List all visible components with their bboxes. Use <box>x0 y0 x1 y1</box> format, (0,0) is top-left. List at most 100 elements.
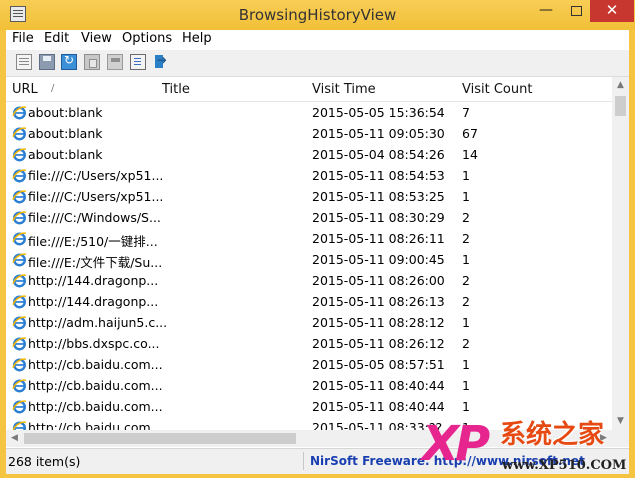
table-row[interactable]: file:///E:/510/一键排... 2015-05-11 08:26:11… <box>6 228 612 249</box>
select-all-icon[interactable] <box>107 54 123 70</box>
cell-visit-time: 2015-05-11 08:54:53 <box>312 168 445 183</box>
horizontal-scroll-thumb[interactable] <box>24 433 296 444</box>
watermark-name: 系统之家 <box>500 420 605 450</box>
table-row[interactable]: about:blank 2015-05-11 09:05:30 67 <box>6 123 612 144</box>
cell-visit-count: 2 <box>462 273 470 288</box>
watermark-url: www.XP510.COM <box>502 458 627 473</box>
item-count: 268 item(s) <box>8 454 81 469</box>
client-area: File Edit View Options Help URL / Title … <box>6 30 629 474</box>
vertical-scrollbar[interactable]: ▲ ▼ <box>612 77 629 430</box>
status-separator <box>303 452 304 470</box>
table-row[interactable]: file:///E:/文件下载/Su... 2015-05-11 09:00:45… <box>6 249 612 270</box>
cell-url: about:blank <box>28 126 103 141</box>
column-visit-time[interactable]: Visit Time <box>312 82 376 97</box>
cell-url: file:///C:/Users/xp51... <box>28 168 164 183</box>
cell-visit-count: 1 <box>462 378 470 393</box>
title-bar[interactable]: BrowsingHistoryView — ✕ <box>0 0 635 30</box>
table-row[interactable]: http://144.dragonp... 2015-05-11 08:26:13… <box>6 291 612 312</box>
cell-url: http://bbs.dxspc.co... <box>28 336 160 351</box>
cell-visit-time: 2015-05-04 08:54:26 <box>312 147 445 162</box>
ie-page-icon <box>12 357 27 372</box>
cell-url: file:///E:/文件下载/Su... <box>28 255 163 270</box>
cell-visit-time: 2015-05-11 09:05:30 <box>312 126 445 141</box>
cell-visit-count: 14 <box>462 147 478 162</box>
cell-visit-time: 2015-05-05 15:36:54 <box>312 105 445 120</box>
cell-visit-count: 67 <box>462 126 478 141</box>
table-row[interactable]: file:///C:/Users/xp51... 2015-05-11 08:53… <box>6 186 612 207</box>
minimize-button[interactable]: — <box>532 0 560 22</box>
table-row[interactable]: http://cb.baidu.com... 2015-05-05 08:57:5… <box>6 354 612 375</box>
cell-url: http://cb.baidu.com... <box>28 357 163 372</box>
exit-icon[interactable] <box>153 53 169 70</box>
table-row[interactable]: file:///C:/Users/xp51... 2015-05-11 08:54… <box>6 165 612 186</box>
cell-url: file:///C:/Windows/S... <box>28 210 161 225</box>
menu-edit[interactable]: Edit <box>44 31 69 46</box>
refresh-icon[interactable] <box>61 53 77 70</box>
column-title[interactable]: Title <box>162 82 190 97</box>
scroll-left-icon[interactable]: ◀ <box>6 430 23 447</box>
cell-url: http://cb.baidu.com... <box>28 378 163 393</box>
cell-url: http://144.dragonp... <box>28 273 159 288</box>
table-row[interactable]: http://adm.haijun5.c... 2015-05-11 08:28:… <box>6 312 612 333</box>
cell-visit-time: 2015-05-05 08:57:51 <box>312 357 445 372</box>
cell-visit-time: 2015-05-11 08:28:12 <box>312 315 445 330</box>
vertical-scroll-thumb[interactable] <box>615 96 626 116</box>
cell-visit-time: 2015-05-11 08:26:11 <box>312 231 445 246</box>
cell-visit-count: 7 <box>462 105 470 120</box>
cell-visit-time: 2015-05-11 08:26:13 <box>312 294 445 309</box>
maximize-button[interactable] <box>562 0 590 22</box>
cell-url: http://cb.baidu.com... <box>28 399 163 414</box>
table-row[interactable]: file:///C:/Windows/S... 2015-05-11 08:30:… <box>6 207 612 228</box>
cell-url: http://adm.haijun5.c... <box>28 315 168 330</box>
ie-page-icon <box>12 315 27 330</box>
properties-icon[interactable] <box>16 54 32 70</box>
ie-page-icon <box>12 273 27 288</box>
cell-visit-count: 1 <box>462 189 470 204</box>
ie-page-icon <box>12 147 27 162</box>
app-window: BrowsingHistoryView — ✕ File Edit View O… <box>0 0 635 478</box>
table-row[interactable]: http://cb.baidu.com... 2015-05-11 08:40:4… <box>6 375 612 396</box>
cell-visit-time: 2015-05-11 08:26:00 <box>312 273 445 288</box>
save-icon[interactable] <box>39 54 55 70</box>
table-row[interactable]: about:blank 2015-05-04 08:54:26 14 <box>6 144 612 165</box>
menu-view[interactable]: View <box>81 31 112 46</box>
ie-page-icon <box>12 231 27 246</box>
close-button[interactable]: ✕ <box>590 0 634 22</box>
cell-visit-count: 2 <box>462 294 470 309</box>
ie-page-icon <box>12 168 27 183</box>
menu-file[interactable]: File <box>12 31 34 46</box>
cell-url: file:///C:/Users/xp51... <box>28 189 164 204</box>
column-url[interactable]: URL <box>12 82 38 97</box>
cell-visit-time: 2015-05-11 09:00:45 <box>312 252 445 267</box>
table-row[interactable]: about:blank 2015-05-05 15:36:54 7 <box>6 102 612 123</box>
ie-page-icon <box>12 189 27 204</box>
cell-visit-count: 2 <box>462 210 470 225</box>
cell-visit-count: 1 <box>462 357 470 372</box>
ie-page-icon <box>12 294 27 309</box>
list-header: URL / Title Visit Time Visit Count <box>6 77 612 102</box>
cell-visit-time: 2015-05-11 08:30:29 <box>312 210 445 225</box>
ie-page-icon <box>12 126 27 141</box>
column-visit-count[interactable]: Visit Count <box>462 82 532 97</box>
toolbar <box>6 50 629 77</box>
table-row[interactable]: http://144.dragonp... 2015-05-11 08:26:00… <box>6 270 612 291</box>
ie-page-icon <box>12 252 27 267</box>
scroll-up-icon[interactable]: ▲ <box>612 77 629 94</box>
menu-help[interactable]: Help <box>182 31 212 46</box>
cell-url: file:///E:/510/一键排... <box>28 234 158 249</box>
html-report-icon[interactable] <box>130 54 146 70</box>
menu-options[interactable]: Options <box>122 31 172 46</box>
cell-visit-time: 2015-05-11 08:53:25 <box>312 189 445 204</box>
cell-visit-count: 1 <box>462 315 470 330</box>
cell-url: about:blank <box>28 105 103 120</box>
copy-icon[interactable] <box>84 54 100 70</box>
ie-page-icon <box>12 399 27 414</box>
ie-page-icon <box>12 378 27 393</box>
site-watermark: XP 系统之家 www.XP510.COM <box>420 412 635 478</box>
history-list[interactable]: URL / Title Visit Time Visit Count about… <box>6 77 629 447</box>
cell-visit-count: 1 <box>462 252 470 267</box>
watermark-logo: XP <box>422 416 490 472</box>
ie-page-icon <box>12 336 27 351</box>
table-row[interactable]: http://bbs.dxspc.co... 2015-05-11 08:26:1… <box>6 333 612 354</box>
ie-page-icon <box>12 210 27 225</box>
